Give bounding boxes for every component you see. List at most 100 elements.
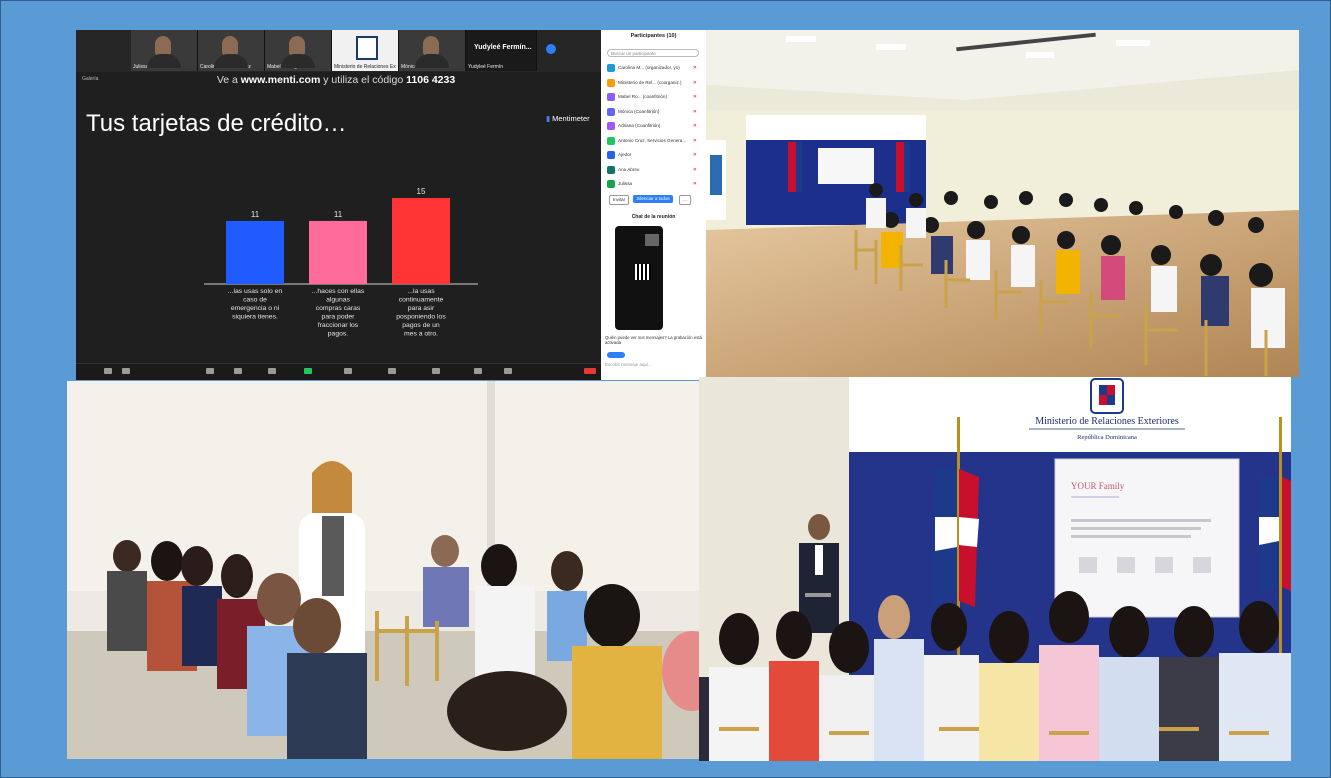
muted-mic-icon[interactable]: ✕: [693, 167, 697, 173]
zoom-meeting-screenshot: Julissa Ureña Carolina Feliz Ramírez Mab…: [76, 30, 706, 380]
video-tile[interactable]: Mónica Santos: [399, 30, 466, 71]
category-label: fraccionar los: [318, 322, 359, 329]
share-screen-icon[interactable]: [304, 368, 312, 374]
muted-mic-icon[interactable]: ✕: [693, 65, 697, 71]
muted-mic-icon[interactable]: ✕: [693, 181, 697, 187]
participant-row[interactable]: Mónica (Coanfitrión) ✕: [607, 107, 699, 117]
chat-recipient-button[interactable]: [607, 352, 625, 358]
participant-name: Mabel Ro... (coanfitrión): [618, 94, 668, 100]
category-label: ...haces con ellas: [312, 288, 365, 295]
participant-name: Ajedor: [618, 152, 632, 158]
more-icon[interactable]: [504, 368, 512, 374]
avatar: [607, 136, 615, 145]
hint-middle: y utiliza el código: [323, 74, 404, 86]
avatar: [607, 180, 615, 188]
participant-row[interactable]: Ajedor ✕: [607, 151, 699, 160]
chat-title: Chat de la reunión: [631, 214, 676, 220]
category-label: para asir: [408, 305, 435, 312]
video-strip: Julissa Ureña Carolina Feliz Ramírez Mab…: [76, 30, 601, 72]
participant-name: Mónica (Coanfitrión): [618, 108, 660, 114]
participants-panel: Participantes (10) Buscar un participant…: [601, 30, 706, 380]
security-icon[interactable]: [206, 368, 214, 374]
participant-name: Mónica Santos: [401, 64, 435, 70]
category-label: para poder: [322, 314, 356, 321]
invite-button[interactable]: Invitar: [609, 195, 629, 205]
muted-mic-icon[interactable]: ✕: [693, 123, 697, 129]
ministry-name: Ministerio de Relaciones Exteriores: [1035, 416, 1179, 427]
muted-mic-icon[interactable]: ✕: [693, 138, 697, 144]
participants-icon[interactable]: [234, 368, 242, 374]
participants-title: Participantes (10): [630, 33, 677, 39]
leave-button[interactable]: [584, 368, 596, 374]
chart-bar: [392, 198, 450, 284]
participant-name: Adriana (Coanfitrión): [618, 123, 661, 129]
category-label: posponiendo los: [396, 314, 446, 321]
video-tile[interactable]: Yudyleé Fermín... Yudyleé Fermín: [466, 30, 537, 71]
category-label: mes a otro.: [404, 331, 438, 338]
record-icon[interactable]: [344, 368, 352, 374]
apps-icon[interactable]: [432, 368, 440, 374]
category-label: pagos de un: [402, 322, 440, 329]
avatar: [607, 64, 615, 72]
category-label: emergencia o ni: [231, 305, 280, 312]
avatar: [607, 93, 615, 101]
participant-row[interactable]: Mabel Ro... (coanfitrión) ✕: [607, 93, 699, 102]
chat-icon[interactable]: [268, 368, 276, 374]
coat-of-arms-icon: [356, 36, 378, 60]
video-tile[interactable]: Ministerio de Relaciones Exteriores: [332, 30, 399, 71]
participant-name: Julissa Ureña: [133, 64, 164, 70]
participant-name: Carolina Feliz Ramírez: [200, 64, 251, 70]
mic-icon[interactable]: [104, 368, 112, 374]
audience-closeup-photo: [67, 381, 699, 759]
bar-value-label: 15: [417, 187, 426, 196]
shared-phone-image: [615, 226, 663, 330]
camera-preview: [645, 234, 659, 246]
category-label: algunas: [326, 297, 350, 304]
participant-row[interactable]: Carolina M... (organizador, yo) ✕: [607, 64, 699, 73]
chart-bar: [226, 220, 284, 284]
participant-search-input[interactable]: Buscar un participante: [607, 49, 699, 57]
chart-bar: [309, 220, 367, 284]
menti-instruction: Ve a www.menti.com y utiliza el código 1…: [76, 74, 596, 86]
bar-value-label: 11: [251, 210, 260, 219]
speaker-presentation-photo: Ministerio de Relaciones Exteriores Repú…: [699, 377, 1291, 761]
poll-bar-chart: 11 ...las usas solo en caso deemergencia o…: [204, 187, 478, 338]
participant-row[interactable]: Ana Abreu ✕: [607, 165, 699, 175]
whiteboard-icon[interactable]: [474, 368, 482, 374]
avatar: [607, 165, 615, 174]
next-page-icon[interactable]: [546, 44, 556, 54]
camera-icon[interactable]: [122, 368, 130, 374]
category-label: continuamente: [399, 297, 444, 304]
qr-code: [635, 264, 651, 280]
video-tile[interactable]: Julissa Ureña: [131, 30, 198, 71]
category-label: ...la usas: [407, 288, 435, 295]
participant-row[interactable]: Ministerio de Rel... (coorganiz.) ✕: [607, 78, 699, 88]
participant-name: Julissa: [618, 181, 633, 187]
muted-mic-icon[interactable]: ✕: [693, 80, 697, 86]
muted-mic-icon[interactable]: ✕: [693, 109, 697, 115]
participant-row[interactable]: Antonio Cruz, Servicios Genera... ✕: [607, 136, 699, 146]
participant-name: Ministerio de Relaciones Exteriores: [334, 64, 396, 70]
mentimeter-logo: Mentimeter: [546, 114, 590, 123]
avatar: [607, 122, 615, 130]
more-options-button[interactable]: …: [679, 195, 691, 205]
hint-prefix: Ve a: [216, 74, 238, 86]
video-tile[interactable]: Carolina Feliz Ramírez: [198, 30, 265, 71]
muted-mic-icon[interactable]: ✕: [693, 152, 697, 158]
country-name: República Dominicana: [1077, 434, 1137, 441]
participant-row[interactable]: Julissa ✕: [607, 180, 699, 189]
mute-all-button[interactable]: Silenciar a todos: [633, 195, 673, 203]
participant-row[interactable]: Adriana (Coanfitrión) ✕: [607, 122, 699, 131]
zoom-toolbar: [76, 363, 601, 380]
reactions-icon[interactable]: [388, 368, 396, 374]
conference-hall-photo: [706, 30, 1299, 377]
avatar: [607, 107, 615, 116]
chat-message-input[interactable]: Escribir mensaje aquí...: [605, 362, 652, 367]
avatar: [607, 151, 615, 159]
participant-name: Ana Abreu: [618, 166, 640, 172]
video-tile[interactable]: Mabel Rodríguez: [265, 30, 332, 71]
muted-mic-icon[interactable]: ✕: [693, 94, 697, 100]
participant-name: Yudyleé Fermín...: [474, 44, 532, 51]
category-label: ...las usas solo en: [228, 288, 283, 295]
chat-visibility-note: Quién puede ver sus mensajes? La grabaci…: [605, 335, 702, 345]
